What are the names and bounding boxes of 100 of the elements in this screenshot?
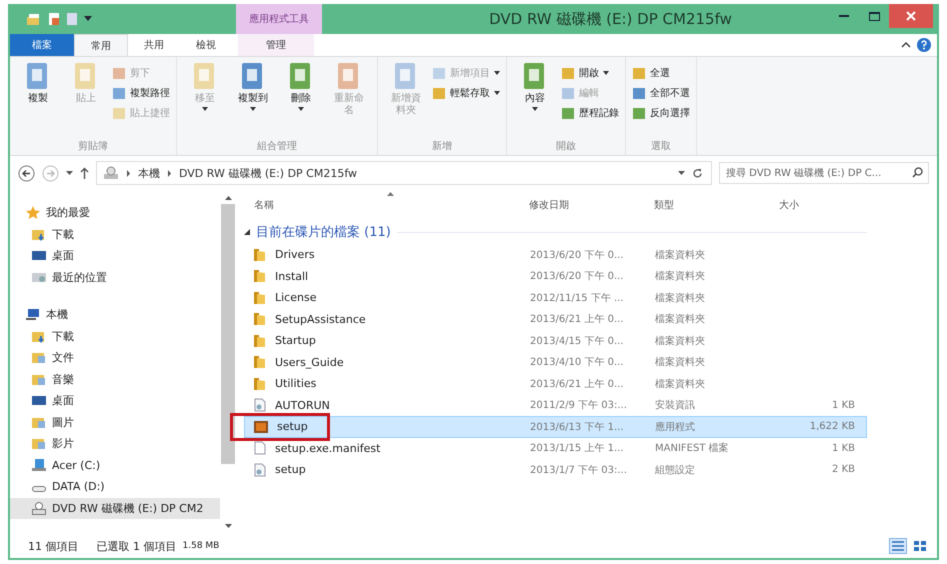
- help-icon[interactable]: [917, 38, 931, 52]
- nav-item[interactable]: 文件: [10, 347, 220, 368]
- file-row[interactable]: Drivers 2013/6/20 下午 0... 檔案資料夾: [244, 244, 867, 266]
- type-cell-text: 檔案資料夾: [655, 356, 706, 370]
- window-title: DVD RW 磁碟機 (E:) DP CM215fw: [488, 10, 733, 28]
- column-header[interactable]: 名稱: [254, 198, 529, 212]
- back-button[interactable]: [18, 164, 35, 182]
- square-icon: [632, 66, 646, 80]
- file-row[interactable]: Startup 2013/4/15 下午 0... 檔案資料夾: [244, 330, 867, 352]
- breadcrumb[interactable]: 本機: [138, 166, 160, 180]
- ribbon-tab[interactable]: 常用: [74, 34, 128, 56]
- context-tab-label: 應用程式工具: [249, 12, 309, 26]
- ribbon-tab[interactable]: 檢視: [180, 34, 232, 56]
- folder-icon: [253, 334, 267, 348]
- type-cell-text: 檔案資料夾: [655, 378, 706, 391]
- close-button[interactable]: [889, 4, 933, 28]
- ribbon-tab[interactable]: 共用: [128, 34, 180, 56]
- large-icons-view-button[interactable]: [911, 538, 929, 554]
- file-name: setup.exe.manifest: [275, 442, 380, 455]
- details-view-button[interactable]: [889, 538, 907, 554]
- ribbon-tab[interactable]: 管理: [238, 34, 314, 56]
- folder-icon: [32, 437, 46, 450]
- ribbon-button[interactable]: 複製到: [231, 61, 275, 139]
- ribbon-button[interactable]: 輕鬆存取: [432, 83, 500, 103]
- ribbon-button[interactable]: 開啟: [561, 63, 619, 83]
- scroll-up-icon[interactable]: [224, 196, 232, 200]
- breadcrumb[interactable]: DVD RW 磁碟機 (E:) DP CM215fw: [179, 166, 358, 180]
- up-arrow-icon[interactable]: [80, 167, 89, 179]
- nav-item[interactable]: 桌面: [10, 390, 220, 412]
- nav-item[interactable]: Acer (C:): [10, 454, 220, 476]
- column-header[interactable]: 類型: [654, 198, 779, 212]
- date-cell-text: 2013/1/15 上午 1...: [530, 442, 625, 456]
- nav-item[interactable]: DVD RW 磁碟機 (E:) DP CM2: [10, 498, 220, 519]
- column-header[interactable]: 修改日期: [529, 198, 654, 212]
- grid-icon: [914, 541, 926, 551]
- file-row[interactable]: setup 2013/1/7 下午 03:... 組態設定 2 KB: [244, 459, 867, 480]
- type-cell-text: MANIFEST 檔案: [655, 442, 730, 456]
- nav-item[interactable]: 圖片: [10, 412, 220, 433]
- collapse-ribbon-icon[interactable]: [901, 42, 911, 48]
- square-icon: [432, 66, 446, 80]
- refresh-icon[interactable]: [692, 168, 703, 178]
- scroll-thumb[interactable]: [221, 204, 235, 464]
- folder-icon: [32, 372, 46, 386]
- nav-item[interactable]: DATA (D:): [10, 476, 220, 498]
- file-row[interactable]: SetupAssistance 2013/6/21 上午 0... 檔案資料夾: [244, 308, 867, 330]
- ribbon-button[interactable]: 內容: [513, 61, 557, 139]
- recent-locations-icon[interactable]: [66, 171, 73, 175]
- ribbon-button[interactable]: 歷程記錄: [561, 103, 619, 123]
- search-field[interactable]: 搜尋 DVD RW 磁碟機 (E:) DP C...: [719, 162, 929, 184]
- dropdown-icon[interactable]: [678, 171, 685, 175]
- file-name: setup: [275, 463, 306, 476]
- ribbon-button[interactable]: 全部不選: [632, 83, 690, 103]
- nav-item[interactable]: 下載: [10, 224, 220, 245]
- column-header[interactable]: 大小: [779, 198, 839, 212]
- ribbon-button[interactable]: 刪除: [279, 61, 323, 139]
- ribbon-button[interactable]: 反向選擇: [632, 103, 690, 123]
- size-cell-text: 2 KB: [831, 464, 855, 476]
- ribbon-button[interactable]: 複製路徑: [112, 83, 170, 103]
- nav-item[interactable]: 我的最愛: [10, 202, 220, 224]
- file-row[interactable]: Users_Guide 2013/4/10 下午 0... 檔案資料夾: [244, 352, 867, 373]
- type-cell-text: 檔案資料夾: [655, 270, 706, 284]
- settings-file-icon: [253, 462, 267, 477]
- file-name: Drivers: [275, 248, 315, 262]
- file-name: Install: [275, 270, 308, 283]
- file-row[interactable]: Install 2013/6/20 下午 0... 檔案資料夾: [244, 266, 867, 287]
- selection-size: 1.58 MB: [182, 541, 220, 551]
- file-row[interactable]: setup.exe.manifest 2013/1/15 上午 1... MANIFEST 檔案 1 KB: [244, 438, 867, 459]
- square-icon: [432, 86, 446, 100]
- chevron-icon: [126, 170, 131, 176]
- ribbon-button[interactable]: 全選: [632, 63, 690, 83]
- search-icon[interactable]: [912, 167, 923, 178]
- close-icon: [906, 11, 916, 21]
- nav-item[interactable]: 本機: [10, 304, 220, 326]
- address-field[interactable]: 本機 DVD RW 磁碟機 (E:) DP CM215fw: [96, 161, 712, 185]
- ribbon-button[interactable]: 複製: [16, 61, 60, 139]
- folder-icon: [32, 416, 46, 429]
- nav-item[interactable]: 音樂: [10, 368, 220, 390]
- scroll-down-icon[interactable]: [224, 524, 232, 528]
- list-icon: [892, 541, 904, 551]
- computer-icon: [26, 308, 40, 322]
- disc-drive-icon: [32, 502, 46, 515]
- type-cell-text: 安裝資訊: [655, 398, 696, 412]
- square-icon: [632, 86, 646, 100]
- ribbon-group-label: 組合管理: [256, 140, 298, 153]
- nav-item[interactable]: 桌面: [10, 245, 220, 266]
- file-name: Utilities: [275, 377, 316, 390]
- group-header[interactable]: 目前在碟片的檔案 (11): [256, 223, 391, 241]
- date-cell-text: 2013/6/20 下午 0...: [530, 270, 625, 284]
- dropdown-icon[interactable]: [84, 16, 92, 22]
- collapse-icon[interactable]: [244, 229, 250, 235]
- square-icon: [112, 86, 126, 100]
- file-row[interactable]: setup 2013/6/13 下午 1... 應用程式 1,622 KB: [244, 416, 867, 438]
- file-row[interactable]: AUTORUN 2011/2/9 下午 03:... 安裝資訊 1 KB: [244, 394, 867, 416]
- nav-item[interactable]: 下載: [10, 326, 220, 347]
- nav-item[interactable]: 最近的位置: [10, 266, 220, 288]
- ribbon-tab[interactable]: 檔案: [10, 34, 74, 56]
- square-icon: [112, 106, 126, 120]
- file-row[interactable]: Utilities 2013/6/21 上午 0... 檔案資料夾: [244, 373, 867, 394]
- nav-item[interactable]: 影片: [10, 433, 220, 454]
- file-row[interactable]: License 2012/11/15 下午 ... 檔案資料夾: [244, 287, 867, 308]
